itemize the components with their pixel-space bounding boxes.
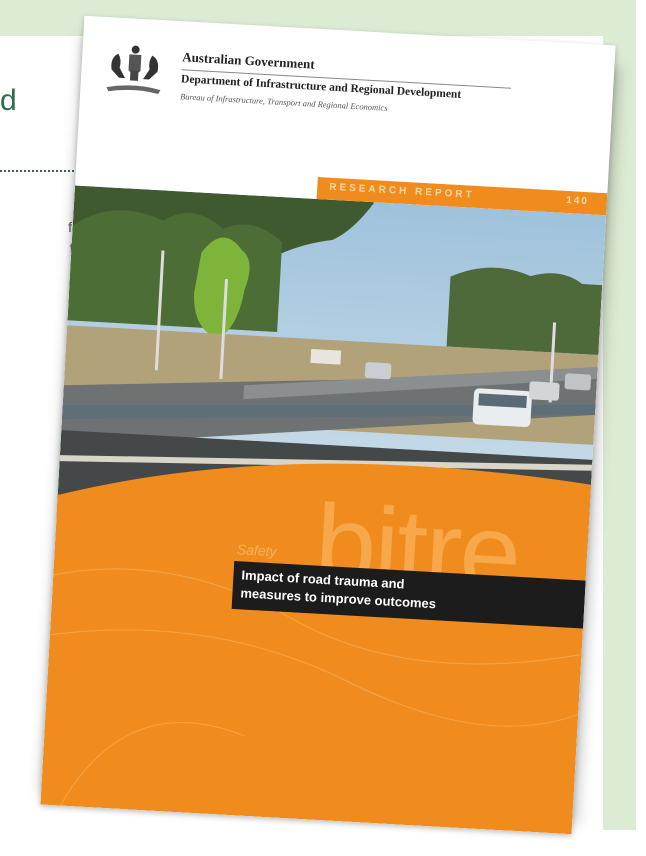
coat-of-arms-icon — [106, 45, 161, 95]
report-type-label: RESEARCH REPORT — [328, 181, 475, 201]
report-number: 140 — [565, 194, 590, 208]
page-edge — [636, 0, 646, 856]
report-category: Safety — [236, 541, 278, 560]
report-title-line: measures to improve outcomes — [240, 585, 437, 612]
government-name: Australian Government — [181, 49, 316, 72]
section-heading-fragment: d — [0, 84, 18, 117]
orange-cover-panel — [40, 463, 592, 835]
report-cover[interactable]: Australian Government Department of Infr… — [40, 15, 616, 835]
